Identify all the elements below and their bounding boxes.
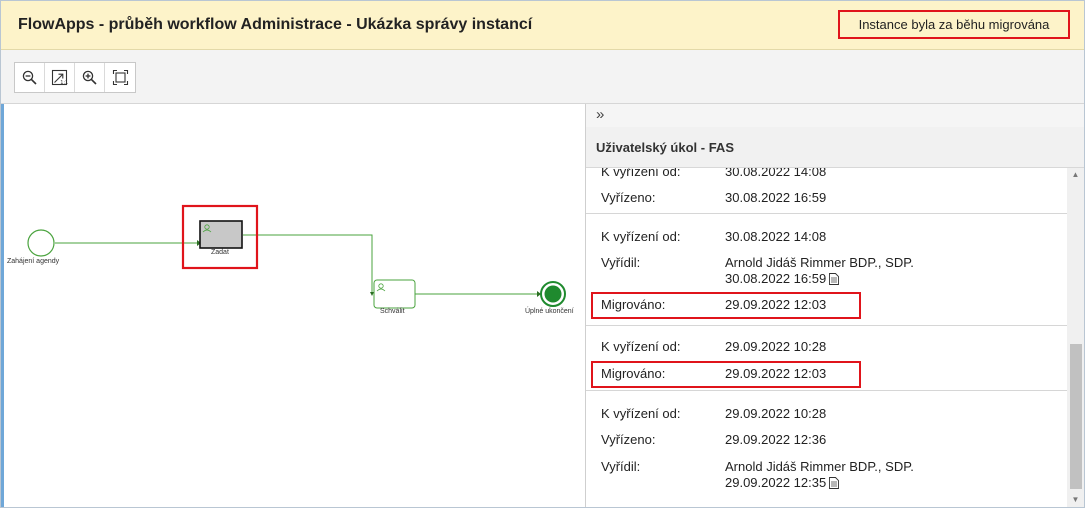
row-value: 29.09.2022 12:03 (725, 366, 827, 381)
header-bar: FlowApps - průběh workflow Administrace … (1, 1, 1084, 50)
history-row: Vyřídil: Arnold Jidáš Rimmer BDP., SDP. … (586, 457, 1067, 493)
history-card: K vyřízení od: 29.09.2022 10:28 Vyřízeno… (586, 390, 1067, 507)
history-row: Vyřídil: Arnold Jidáš Rimmer BDP., SDP. … (586, 253, 1067, 289)
row-value: 29.09.2022 10:28 (725, 339, 827, 354)
row-label: Vyřízeno: (601, 190, 656, 205)
flow-submit-to-approve (243, 234, 373, 292)
app-window: FlowApps - průběh workflow Administrace … (0, 0, 1085, 508)
document-icon[interactable] (829, 477, 840, 489)
row-label: K vyřízení od: (601, 168, 681, 179)
zoom-in-button[interactable] (75, 63, 105, 92)
history-row: Vyřízeno: 30.08.2022 16:59 (586, 188, 1067, 208)
svg-text:1:1: 1:1 (60, 80, 68, 86)
row-value: 30.08.2022 14:08 (725, 229, 827, 244)
row-value: Arnold Jidáš Rimmer BDP., SDP. (725, 255, 914, 270)
row-value: 29.09.2022 12:03 (725, 297, 827, 312)
migration-notice: Instance byla za běhu migrována (838, 10, 1070, 39)
fit-to-screen-icon: 1:1 (51, 69, 68, 86)
panel-title: Uživatelský úkol - FAS (586, 127, 1084, 168)
history-card: K vyřízení od: 30.08.2022 14:08 Vyřídil:… (586, 213, 1067, 326)
scroll-down-arrow-icon[interactable]: ▼ (1067, 493, 1084, 507)
detail-panel: » Uživatelský úkol - FAS K vyřízení od: … (586, 104, 1084, 507)
row-value: Arnold Jidáš Rimmer BDP., SDP. (725, 459, 914, 474)
row-value: 29.09.2022 10:28 (725, 406, 827, 421)
row-label: K vyřízení od: (601, 406, 681, 421)
end-event-label: Úplné ukončení (525, 308, 574, 315)
scroll-up-arrow-icon[interactable]: ▲ (1067, 168, 1084, 182)
row-value-date: 29.09.2022 12:35 (725, 475, 840, 490)
zoom-in-icon (82, 70, 97, 85)
row-value: 29.09.2022 12:36 (725, 432, 827, 447)
collapse-panel-button[interactable]: » (586, 104, 1084, 128)
history-row-migrated: Migrováno: 29.09.2022 12:03 (586, 295, 1067, 315)
history-row: K vyřízení od: 30.08.2022 14:08 (586, 227, 1067, 247)
zoom-out-button[interactable] (15, 63, 45, 92)
history-row-migrated: Migrováno: 29.09.2022 12:03 (586, 364, 1067, 384)
row-value: 30.08.2022 16:59 (725, 190, 827, 205)
history-row: K vyřízení od: 29.09.2022 10:28 (586, 404, 1067, 424)
full-view-icon (112, 69, 128, 86)
end-event-fill (544, 285, 562, 303)
history-list[interactable]: K vyřízení od: 30.08.2022 14:08 Vyřízeno… (586, 168, 1067, 507)
row-label: Migrováno: (601, 366, 666, 381)
row-label: Vyřízeno: (601, 432, 656, 447)
panel-scrollbar[interactable]: ▲ ▼ (1067, 168, 1084, 507)
row-label: K vyřízení od: (601, 339, 681, 354)
full-view-button[interactable] (105, 63, 135, 92)
history-row: K vyřízení od: 29.09.2022 10:28 (586, 337, 1067, 357)
flow-arrow (370, 292, 374, 296)
zoom-out-icon (22, 70, 37, 85)
history-row: K vyřízení od: 30.08.2022 14:08 (586, 168, 1067, 182)
row-value-date: 30.08.2022 16:59 (725, 271, 840, 286)
diagram-toolbar: 1:1 (1, 50, 1084, 104)
zoom-button-group: 1:1 (14, 62, 136, 93)
start-event-label: Zahájení agendy (7, 258, 60, 265)
row-label: Vyřídil: (601, 459, 641, 474)
row-value: 30.08.2022 14:08 (725, 168, 827, 179)
document-icon[interactable] (829, 273, 840, 285)
fit-to-screen-button[interactable]: 1:1 (45, 63, 75, 92)
scrollbar-thumb[interactable] (1070, 344, 1082, 489)
row-label: Migrováno: (601, 297, 666, 312)
history-card: K vyřízení od: 29.09.2022 10:28 Migrován… (586, 325, 1067, 391)
row-label: K vyřízení od: (601, 229, 681, 244)
workflow-diagram (27, 204, 566, 309)
row-label: Vyřídil: (601, 255, 641, 270)
workflow-diagram-canvas[interactable]: Zahájení agendy Zadat Schválit Úplné uko… (1, 104, 585, 507)
task-approve-label: Schválit (380, 308, 405, 315)
start-event[interactable] (27, 229, 55, 257)
history-row: Vyřízeno: 29.09.2022 12:36 (586, 430, 1067, 450)
double-chevron-right-icon: » (596, 106, 605, 123)
page-title: FlowApps - průběh workflow Administrace … (18, 16, 533, 33)
task-submit-label: Zadat (211, 249, 229, 256)
history-card: K vyřízení od: 30.08.2022 14:08 Vyřízeno… (586, 168, 1067, 214)
